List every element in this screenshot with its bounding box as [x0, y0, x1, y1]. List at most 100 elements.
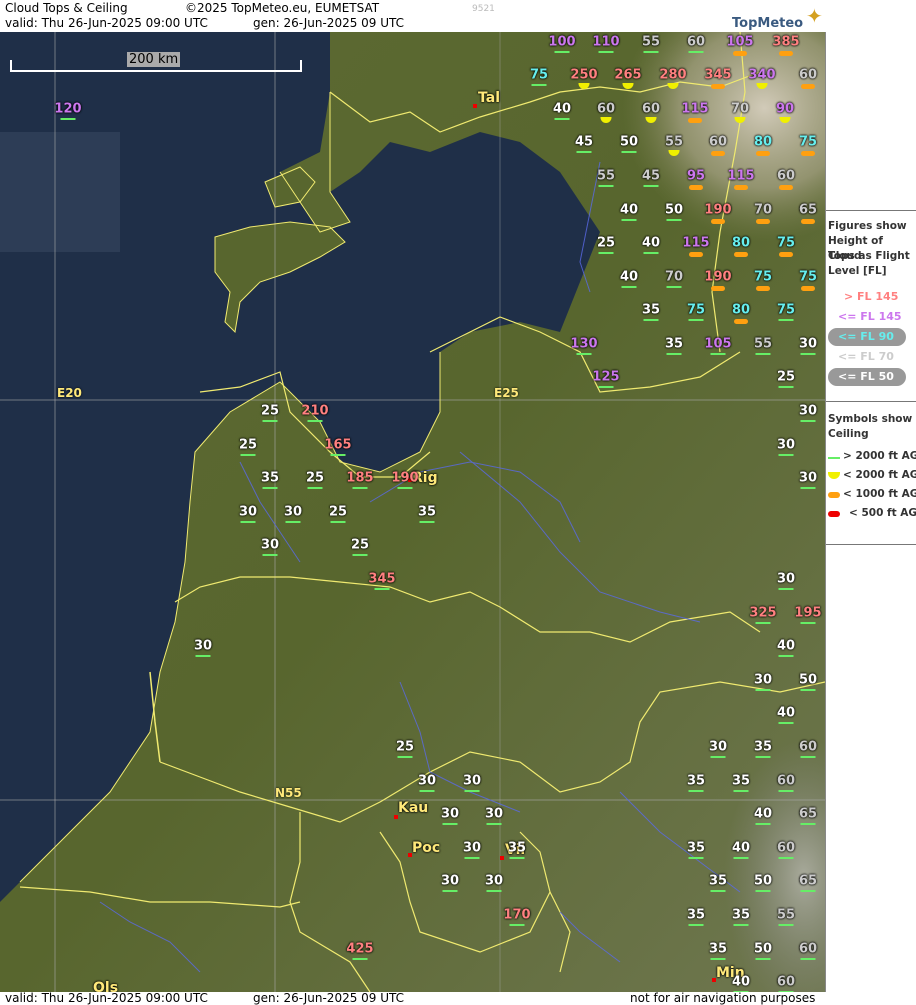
footer-valid-time: valid: Thu 26-Jun-2025 09:00 UTC — [5, 991, 208, 1005]
ceiling-symbol — [442, 890, 458, 892]
legend-figures: Figures show Height of Cloud Tops as Fli… — [826, 210, 916, 402]
cloud-top-label: 35 — [708, 941, 728, 957]
ceiling-symbol — [756, 151, 770, 156]
ceiling-symbol — [733, 51, 747, 56]
cloud-top-label: 75 — [686, 302, 706, 318]
ceiling-symbol — [734, 185, 748, 190]
ceiling-symbol — [755, 890, 771, 892]
cloud-top-label: 95 — [686, 168, 706, 184]
cloud-top-label: 35 — [664, 336, 684, 352]
cloud-top-label: 70 — [664, 269, 684, 285]
ceiling-symbol — [509, 924, 525, 926]
ceiling-symbol — [419, 521, 435, 523]
city-poc[interactable]: Poc — [412, 840, 440, 856]
ceiling-symbol — [801, 286, 815, 291]
ceiling-symbol — [689, 185, 703, 190]
city-dot — [500, 856, 504, 860]
ceiling-symbol — [262, 554, 278, 556]
ceiling-symbol — [330, 521, 346, 523]
ceiling-symbol — [801, 84, 815, 89]
cloud-top-label: 35 — [753, 739, 773, 755]
cloud-top-label: 345 — [704, 67, 732, 83]
ceiling-symbol — [352, 958, 368, 960]
ceiling-symbol — [779, 252, 793, 257]
ceiling-symbol — [285, 521, 301, 523]
cloud-top-label: 110 — [592, 34, 620, 50]
legend-level-70: <= FL 70 — [838, 350, 894, 363]
ceiling-symbol — [800, 420, 816, 422]
legend-ceiling-2000-above: > 2000 ft AGL — [843, 450, 916, 462]
cloud-top-label: 60 — [641, 101, 661, 117]
ceiling-symbol — [756, 219, 770, 224]
legend-title-line: Figures show — [828, 220, 907, 232]
ceiling-symbol — [711, 219, 725, 224]
ceiling-symbol — [352, 554, 368, 556]
cloud-top-label: 35 — [708, 873, 728, 889]
ceiling-symbol — [598, 185, 614, 187]
ceiling-symbol — [598, 51, 614, 53]
cloud-top-label: 265 — [614, 67, 642, 83]
city-tallinn[interactable]: Tal — [478, 90, 500, 106]
cloud-top-label: 60 — [798, 67, 818, 83]
ceiling-symbol — [755, 823, 771, 825]
cloud-top-label: 25 — [596, 235, 616, 251]
ceiling-symbol — [733, 924, 749, 926]
cloud-top-label: 45 — [641, 168, 661, 184]
cloud-top-label: 35 — [686, 840, 706, 856]
map-title: Cloud Tops & Ceiling — [5, 1, 128, 15]
ceiling-symbol — [800, 958, 816, 960]
legend-level-145: <= FL 145 — [838, 310, 902, 323]
legend-ceiling-500: < 500 ft AGL — [849, 507, 916, 519]
ceiling-symbol — [262, 487, 278, 489]
city-kaunas[interactable]: Kau — [398, 800, 428, 816]
ceiling-symbol — [800, 689, 816, 691]
cloud-top-label: 30 — [753, 672, 773, 688]
legend-title-line: Level [FL] — [828, 265, 887, 277]
cloud-top-label: 40 — [641, 235, 661, 251]
cloud-top-label: 40 — [619, 202, 639, 218]
cloud-top-label: 40 — [776, 705, 796, 721]
cloud-top-label: 60 — [708, 134, 728, 150]
legend-symbols: Symbols show Ceiling > 2000 ft AGL < 200… — [826, 400, 916, 545]
ceiling-symbol — [397, 487, 413, 489]
ceiling-symbol — [778, 588, 794, 590]
ceiling-symbol — [643, 51, 659, 53]
cloud-top-label: 30 — [462, 840, 482, 856]
ceiling-symbol — [262, 420, 278, 422]
ceiling-symbol — [307, 487, 323, 489]
ceiling-symbol — [779, 185, 793, 190]
ceiling-symbol — [621, 151, 637, 153]
ceiling-symbol — [621, 219, 637, 221]
cloud-top-label: 30 — [440, 873, 460, 889]
cloud-top-label: 30 — [193, 638, 213, 654]
cloud-top-label: 35 — [731, 773, 751, 789]
ceiling-symbol — [666, 219, 682, 221]
cloud-top-label: 25 — [328, 504, 348, 520]
cloud-top-label: 80 — [731, 302, 751, 318]
satellite-map[interactable]: 200 km E20 E25 N55 Tal Rig Kau Poc Vil M… — [0, 32, 825, 992]
ceiling-symbol — [643, 252, 659, 254]
ceiling-symbol — [509, 857, 525, 859]
ceiling-symbol — [576, 151, 592, 153]
topmeteo-logo[interactable]: TopMeteo ✦ — [720, 2, 825, 32]
ceiling-symbol — [778, 722, 794, 724]
ceiling-symbol — [621, 286, 637, 288]
cloud-top-label: 190 — [391, 470, 419, 486]
cloud-top-label: 30 — [440, 806, 460, 822]
ceiling-symbol — [688, 51, 704, 53]
cloud-top-label: 60 — [776, 974, 796, 990]
ceiling-symbol — [486, 890, 502, 892]
ceiling-symbol — [643, 319, 659, 321]
cloud-top-label: 40 — [619, 269, 639, 285]
ceiling-symbol — [688, 857, 704, 859]
cloud-top-label: 50 — [619, 134, 639, 150]
ceiling-symbol — [710, 756, 726, 758]
coord-e25: E25 — [494, 386, 519, 400]
ceiling-symbol — [330, 454, 346, 456]
legend-panel: Figures show Height of Cloud Tops as Fli… — [825, 32, 916, 992]
cloud-top-label: 35 — [686, 907, 706, 923]
ceiling-symbol — [778, 319, 794, 321]
cloud-top-label: 60 — [798, 739, 818, 755]
cloud-top-label: 280 — [659, 67, 687, 83]
cloud-top-label: 35 — [417, 504, 437, 520]
